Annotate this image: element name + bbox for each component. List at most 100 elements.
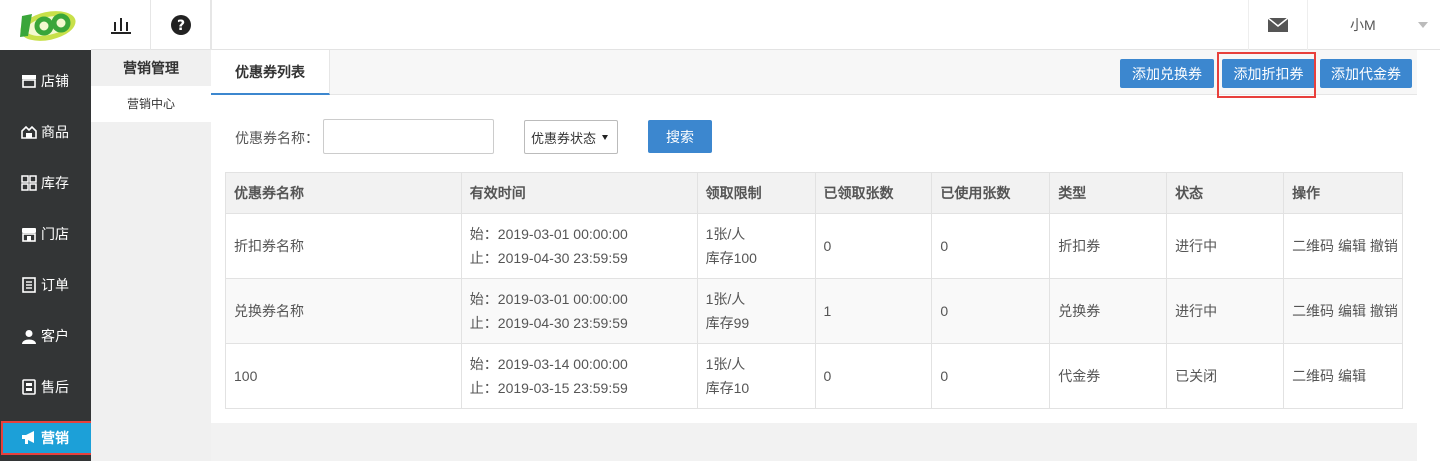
brand-logo-icon bbox=[19, 11, 76, 41]
sidebar-item-shop[interactable]: 门店 bbox=[0, 210, 91, 258]
table-row: 折扣券名称 始：2019-03-01 00:00:00 止：2019-04-30 … bbox=[225, 213, 1403, 279]
coupon-name-input[interactable] bbox=[323, 119, 494, 154]
top-bar: ? 小M bbox=[0, 0, 1440, 50]
user-menu[interactable]: 小M bbox=[1308, 0, 1440, 50]
end-time: 止：2019-04-30 23:59:59 bbox=[469, 250, 628, 266]
add-exchange-coupon-button[interactable]: 添加兑换券 bbox=[1120, 59, 1214, 88]
right-gutter bbox=[1417, 50, 1440, 461]
store-icon bbox=[21, 73, 37, 89]
cell-actions: 二维码 编辑 bbox=[1283, 343, 1403, 409]
sidebar-item-label: 商品 bbox=[41, 124, 69, 140]
cell-status: 已关闭 bbox=[1166, 343, 1285, 409]
grid-icon bbox=[21, 175, 37, 191]
qrcode-link[interactable]: 二维码 bbox=[1292, 238, 1334, 254]
col-header-received: 已领取张数 bbox=[814, 172, 933, 214]
sidebar-item-aftersale[interactable]: 售后 bbox=[0, 363, 91, 411]
stats-button[interactable] bbox=[91, 0, 151, 50]
mail-button[interactable] bbox=[1248, 0, 1308, 50]
cell-status: 进行中 bbox=[1166, 278, 1285, 344]
sidebar-item-label: 店铺 bbox=[41, 73, 69, 89]
sidebar-item-goods[interactable]: 商品 bbox=[0, 108, 91, 156]
sidebar-item-store[interactable]: 店铺 bbox=[0, 57, 91, 105]
cell-valid-time: 始：2019-03-01 00:00:00 止：2019-04-30 23:59:… bbox=[460, 278, 698, 344]
coupon-name-label: 优惠券名称： bbox=[235, 130, 319, 146]
per-user-limit: 1张/人 bbox=[705, 226, 746, 242]
revoke-link[interactable]: 撤销 bbox=[1370, 238, 1398, 254]
highlight-box bbox=[1, 421, 98, 455]
cell-valid-time: 始：2019-03-14 00:00:00 止：2019-03-15 23:59:… bbox=[460, 343, 698, 409]
logo[interactable] bbox=[0, 0, 91, 50]
content-footer-area bbox=[211, 423, 1417, 461]
edit-link[interactable]: 编辑 bbox=[1338, 238, 1366, 254]
cell-name: 100 bbox=[225, 343, 462, 409]
subsidebar-item-marketing-center[interactable]: 营销中心 bbox=[91, 86, 211, 122]
cell-actions: 二维码 编辑 撤销 bbox=[1283, 278, 1403, 344]
table-row: 兑换券名称 始：2019-03-01 00:00:00 止：2019-04-30 … bbox=[225, 278, 1403, 344]
col-header-used: 已使用张数 bbox=[931, 172, 1051, 214]
tab-bar: 优惠券列表 添加兑换券 添加折扣券 添加代金券 bbox=[211, 50, 1417, 98]
tab-coupon-list[interactable]: 优惠券列表 bbox=[211, 50, 330, 95]
cell-valid-time: 始：2019-03-01 00:00:00 止：2019-04-30 23:59:… bbox=[460, 213, 698, 279]
end-time: 止：2019-04-30 23:59:59 bbox=[469, 315, 628, 331]
cell-limit: 1张/人库存99 bbox=[696, 278, 816, 344]
cell-name: 折扣券名称 bbox=[225, 213, 462, 279]
qrcode-link[interactable]: 二维码 bbox=[1292, 368, 1334, 384]
cell-limit: 1张/人库存100 bbox=[696, 213, 816, 279]
sidebar-item-label: 门店 bbox=[41, 226, 69, 242]
user-icon bbox=[21, 328, 37, 344]
cell-type: 代金券 bbox=[1049, 343, 1168, 409]
col-header-actions: 操作 bbox=[1283, 172, 1403, 214]
table-header-row: 优惠券名称 有效时间 领取限制 已领取张数 已使用张数 类型 状态 操作 bbox=[225, 172, 1403, 214]
order-icon bbox=[21, 277, 37, 293]
envelope-icon bbox=[1267, 17, 1289, 32]
start-time: 始：2019-03-14 00:00:00 bbox=[469, 356, 628, 372]
sidebar-item-label: 售后 bbox=[41, 379, 69, 395]
cell-actions: 二维码 编辑 撤销 bbox=[1283, 213, 1403, 279]
start-time: 始：2019-03-01 00:00:00 bbox=[469, 291, 628, 307]
add-voucher-button[interactable]: 添加代金券 bbox=[1320, 59, 1412, 88]
main-sidebar: 店铺 商品 库存 门店 订单 客户 售后 营销 bbox=[0, 50, 95, 461]
table-row: 100 始：2019-03-14 00:00:00 止：2019-03-15 23… bbox=[225, 343, 1403, 409]
cell-name: 兑换券名称 bbox=[225, 278, 462, 344]
cell-used: 0 bbox=[931, 278, 1051, 344]
sidebar-item-orders[interactable]: 订单 bbox=[0, 261, 91, 309]
secondary-sidebar: 营销管理 营销中心 bbox=[91, 50, 211, 461]
question-circle-icon: ? bbox=[170, 15, 191, 35]
divider bbox=[211, 0, 212, 50]
edit-link[interactable]: 编辑 bbox=[1338, 368, 1366, 384]
cell-received: 0 bbox=[814, 213, 933, 279]
shop-icon bbox=[21, 226, 37, 242]
user-name: 小M bbox=[1350, 17, 1376, 33]
col-header-valid-time: 有效时间 bbox=[460, 172, 698, 214]
col-header-type: 类型 bbox=[1049, 172, 1168, 214]
coupon-status-value: 优惠券状态 bbox=[531, 130, 597, 146]
stock: 库存10 bbox=[705, 380, 750, 396]
qrcode-link[interactable]: 二维码 bbox=[1292, 303, 1334, 319]
sidebar-item-inventory[interactable]: 库存 bbox=[0, 159, 91, 207]
col-header-status: 状态 bbox=[1166, 172, 1285, 214]
cell-received: 1 bbox=[814, 278, 933, 344]
sidebar-item-label: 订单 bbox=[41, 277, 69, 293]
goods-icon bbox=[21, 124, 37, 140]
bar-chart-icon bbox=[110, 18, 131, 34]
highlight-box bbox=[1217, 52, 1316, 98]
sidebar-item-label: 客户 bbox=[41, 328, 69, 344]
edit-link[interactable]: 编辑 bbox=[1338, 303, 1366, 319]
cell-type: 兑换券 bbox=[1049, 278, 1168, 344]
cell-status: 进行中 bbox=[1166, 213, 1285, 279]
end-time: 止：2019-03-15 23:59:59 bbox=[469, 380, 628, 396]
coupon-status-select[interactable]: 优惠券状态 bbox=[524, 120, 618, 154]
revoke-link[interactable]: 撤销 bbox=[1370, 303, 1398, 319]
chevron-down-icon bbox=[1417, 22, 1428, 28]
stock: 库存99 bbox=[705, 315, 750, 331]
per-user-limit: 1张/人 bbox=[705, 291, 746, 307]
sidebar-item-customers[interactable]: 客户 bbox=[0, 312, 91, 360]
stock: 库存100 bbox=[705, 250, 757, 266]
svg-text:?: ? bbox=[176, 18, 184, 34]
help-button[interactable]: ? bbox=[151, 0, 211, 50]
cell-used: 0 bbox=[931, 343, 1051, 409]
per-user-limit: 1张/人 bbox=[705, 356, 746, 372]
cell-type: 折扣券 bbox=[1049, 213, 1168, 279]
search-button[interactable]: 搜索 bbox=[648, 120, 712, 153]
cell-used: 0 bbox=[931, 213, 1051, 279]
